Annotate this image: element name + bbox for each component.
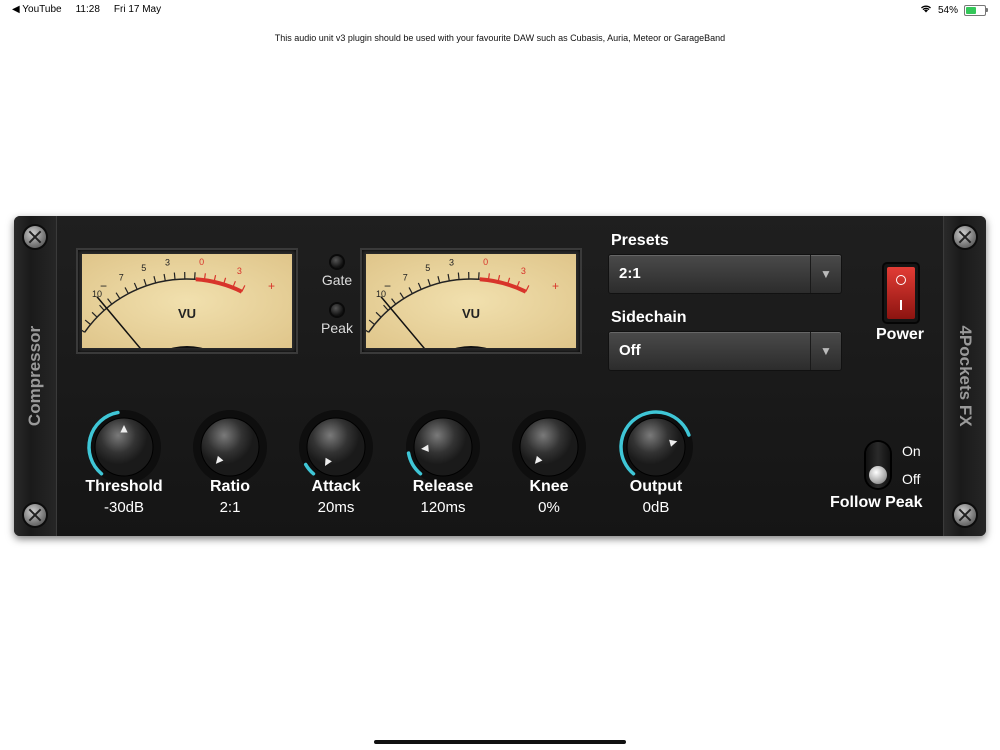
back-to-app-link[interactable]: ◀ YouTube <box>12 4 62 15</box>
toggle-thumb <box>869 466 887 484</box>
vu-needle <box>96 296 141 348</box>
vu-plus-label: + <box>268 279 275 293</box>
vu-scale-label: 3 <box>521 266 526 276</box>
gate-label: Gate <box>321 272 353 288</box>
indicator-leds: Gate Peak <box>314 256 360 352</box>
follow-peak-label: Follow Peak <box>830 494 923 511</box>
rack-ear-left: Compressor <box>14 216 57 536</box>
vu-scale-label: 3 <box>237 266 242 276</box>
vu-scale-label: 3 <box>449 257 454 267</box>
toggle-on-label: On <box>902 443 921 459</box>
screw-icon <box>954 504 976 526</box>
vu-face: 201075303−+ VU <box>82 254 292 348</box>
power-switch[interactable] <box>884 264 918 322</box>
home-indicator[interactable] <box>374 740 626 744</box>
vu-scale-label: 5 <box>141 263 146 273</box>
toggle-off-label: Off <box>902 471 921 487</box>
vu-face: 201075303−+ VU <box>366 254 576 348</box>
vu-pivot-cover <box>455 346 487 348</box>
status-bar: ◀ YouTube 11:28 Fri 17 May 54% <box>0 0 1000 20</box>
vu-scale-label: 7 <box>403 272 408 282</box>
knob-value: 0dB <box>642 499 670 516</box>
vu-scale-label: 0 <box>483 257 488 267</box>
rack-ear-right: 4Pockets FX <box>943 216 986 536</box>
screw-icon <box>954 226 976 248</box>
vu-scale-label: 3 <box>165 257 170 267</box>
vu-plus-label: + <box>552 279 559 293</box>
vu-scale-label: 5 <box>425 263 430 273</box>
follow-peak-toggle[interactable] <box>866 442 890 488</box>
presets-dropdown[interactable]: 2:1 ▼ <box>608 254 842 294</box>
vu-minus-label: − <box>100 279 107 293</box>
vu-scale-label: 7 <box>119 272 124 282</box>
knob-label: Output <box>629 478 683 495</box>
brand-label: 4Pockets FX <box>956 325 975 427</box>
sidechain-dropdown[interactable]: Off ▼ <box>608 331 842 371</box>
power-off-symbol-icon <box>896 275 906 285</box>
vu-meter-right: 201075303−+ VU <box>360 248 582 354</box>
power-label: Power <box>876 326 925 343</box>
screw-icon <box>24 226 46 248</box>
power-rocker <box>887 267 915 319</box>
battery-percent: 54% <box>937 4 958 16</box>
plugin-name-label: Compressor <box>25 325 44 427</box>
vu-pivot-cover <box>171 346 203 348</box>
wifi-icon <box>920 4 932 16</box>
power-on-symbol-icon <box>900 300 902 310</box>
peak-led-icon <box>331 304 343 316</box>
battery-icon <box>964 4 988 16</box>
chevron-down-icon: ▼ <box>810 255 841 293</box>
presets-label: Presets <box>611 232 669 249</box>
peak-label: Peak <box>321 320 353 336</box>
status-time: 11:28 <box>75 4 100 15</box>
gate-led-icon <box>331 256 343 268</box>
vu-scale-label: 0 <box>199 257 204 267</box>
chevron-down-icon: ▼ <box>810 332 841 370</box>
vu-minus-label: − <box>384 279 391 293</box>
plugin-notice: This audio unit v3 plugin should be used… <box>274 33 726 43</box>
sidechain-value: Off <box>619 342 641 359</box>
vu-needle <box>380 296 425 348</box>
presets-value: 2:1 <box>619 265 641 282</box>
sidechain-label: Sidechain <box>611 309 687 326</box>
compressor-plugin: Compressor 4Pockets FX 201075303−+ VU Ga… <box>14 216 986 536</box>
status-date: Fri 17 May <box>113 4 162 15</box>
screw-icon <box>24 504 46 526</box>
vu-meter-left: 201075303−+ VU <box>76 248 298 354</box>
vu-label: VU <box>461 306 481 321</box>
vu-label: VU <box>177 306 197 321</box>
